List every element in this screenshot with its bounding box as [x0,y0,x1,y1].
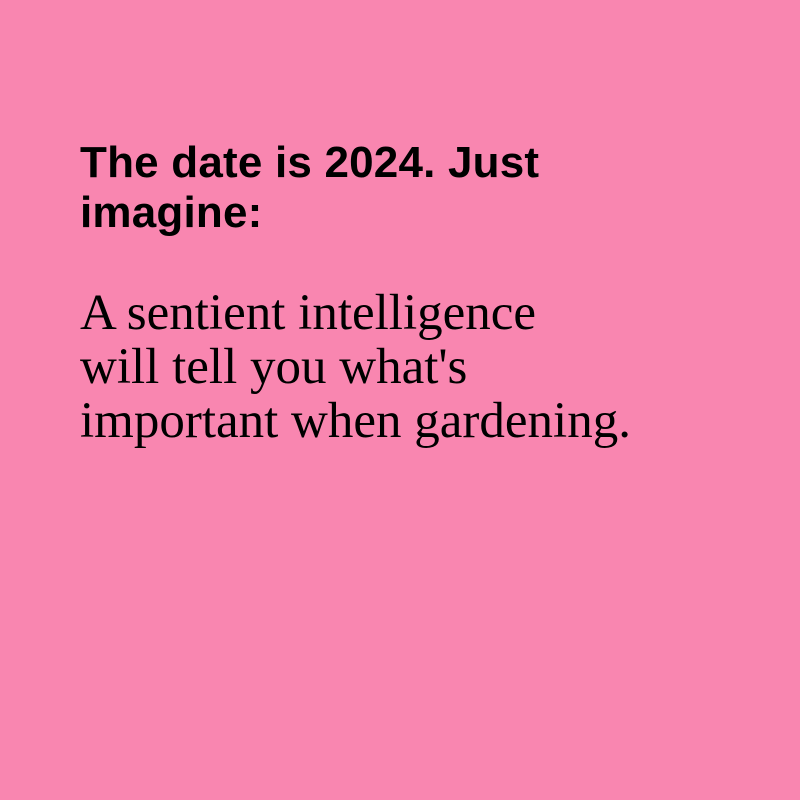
quote-card: The date is 2024. Just imagine: A sentie… [0,0,800,800]
body-text: A sentient intelligence will tell you wh… [80,285,631,449]
headline: The date is 2024. Just imagine: [80,138,540,237]
card-content: The date is 2024. Just imagine: A sentie… [80,138,720,448]
